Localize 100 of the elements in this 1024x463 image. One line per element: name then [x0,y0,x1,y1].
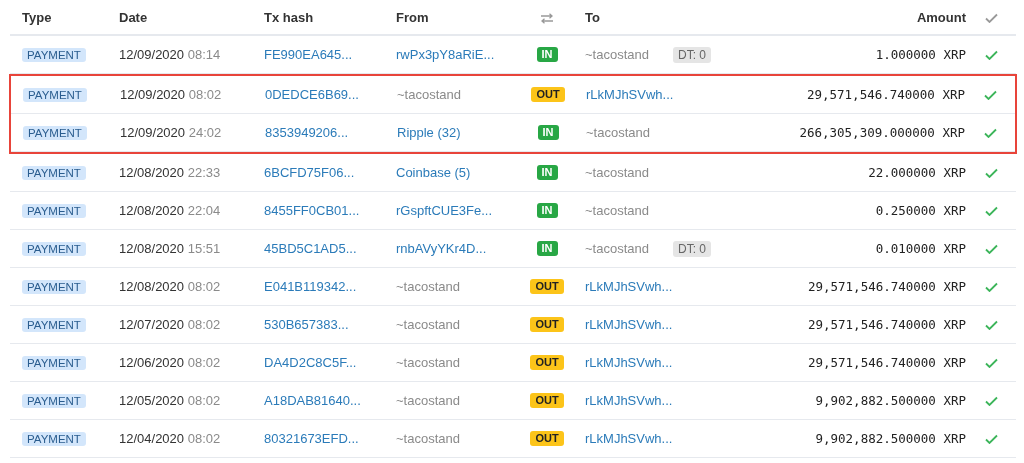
hash-link[interactable]: 45BD5C1AD5... [264,240,357,256]
swap-arrows-icon [540,12,554,24]
column-header: Tx hash [264,9,315,28]
date-text: 12/08/2020 [119,164,185,180]
hash-link[interactable]: 0DEDCE6B69... [265,86,359,102]
date-text: 12/04/2020 [119,430,185,446]
recipient-link[interactable]: rLkMJhSVwh... [585,278,673,294]
sender-link[interactable]: Coinbase (5) [396,164,471,180]
type-badge: PAYMENT [22,317,86,332]
check-icon [984,167,998,178]
hash-link[interactable]: E041B119342... [264,278,357,294]
sender-link[interactable]: rnbAVyYKr4D... [396,240,487,256]
amount-text: 9,902,882.500000 XRP [815,430,966,446]
direction-badge: OUT [530,393,564,408]
time-text: 08:02 [187,316,221,332]
hash-link[interactable]: FE990EA645... [264,46,353,62]
column-header: Amount [916,10,966,26]
time-text: 15:51 [187,240,221,256]
direction-badge: OUT [530,279,564,294]
tag-badge: DT: 0 [673,46,711,63]
sender-name: ~tacostand [396,278,460,294]
amount-text: 9,902,882.500000 XRP [815,392,966,408]
column-header: To [584,9,601,28]
amount-text: 29,571,546.740000 XRP [807,316,966,332]
recipient-name: ~tacostand [586,124,650,140]
hash-link[interactable]: 530B657383... [264,316,349,332]
date-text: 12/09/2020 [120,124,186,140]
recipient-link[interactable]: rLkMJhSVwh... [585,430,673,446]
hash-link[interactable]: DA4D2C8C5F... [264,354,357,370]
check-icon [984,281,998,292]
column-header: From [396,9,430,28]
type-badge: PAYMENT [22,165,86,180]
check-icon [983,89,997,100]
check-icon [984,205,998,216]
recipient-name: ~tacostand [585,164,649,180]
time-text: 24:02 [188,124,222,140]
check-icon [984,319,998,330]
direction-badge: IN [536,203,558,218]
type-badge: PAYMENT [22,355,86,370]
sender-name: ~tacostand [396,354,460,370]
check-icon [984,49,998,60]
direction-badge: OUT [530,355,564,370]
sender-link[interactable]: rGspftCUE3Fe... [396,202,493,218]
type-badge: PAYMENT [22,47,86,62]
check-icon [984,13,998,23]
sender-name: ~tacostand [396,430,460,446]
type-badge: PAYMENT [22,279,86,294]
amount-text: 266,305,309.000000 XRP [799,124,965,140]
direction-badge: IN [536,165,558,180]
column-header: Date [119,9,149,28]
type-badge: PAYMENT [23,87,87,102]
recipient-link[interactable]: rLkMJhSVwh... [585,392,673,408]
sender-link[interactable]: Ripple (32) [397,124,461,140]
type-badge: PAYMENT [22,431,86,446]
amount-text: 0.250000 XRP [875,202,966,218]
date-text: 12/08/2020 [119,202,185,218]
amount-text: 29,571,546.740000 XRP [806,86,965,102]
hash-link[interactable]: 8455FF0CB01... [264,202,360,218]
direction-badge: IN [537,125,559,140]
sender-name: ~tacostand [396,316,460,332]
time-text: 08:02 [187,430,221,446]
check-icon [984,243,998,254]
hash-link[interactable]: 80321673EFD... [264,430,359,446]
time-text: 08:02 [187,278,221,294]
direction-badge: OUT [531,87,565,102]
hash-link[interactable]: 8353949206... [265,124,349,140]
recipient-name: ~tacostand [585,202,649,218]
hash-link[interactable]: 6BCFD75F06... [264,164,355,180]
amount-text: 29,571,546.740000 XRP [807,278,966,294]
hash-link[interactable]: A18DAB81640... [264,392,361,408]
amount-text: 22.000000 XRP [868,164,966,180]
time-text: 08:02 [188,86,222,102]
recipient-link[interactable]: rLkMJhSVwh... [586,86,674,102]
column-header: Type [22,9,53,28]
time-text: 22:33 [187,164,221,180]
recipient-name: ~tacostand [585,46,649,62]
date-text: 12/05/2020 [119,392,185,408]
direction-badge: OUT [530,431,564,446]
date-text: 12/06/2020 [119,354,185,370]
time-text: 08:02 [187,354,221,370]
date-text: 12/08/2020 [119,240,185,256]
check-icon [983,127,997,138]
type-badge: PAYMENT [22,393,86,408]
recipient-name: ~tacostand [585,240,649,256]
amount-text: 1.000000 XRP [875,46,966,62]
recipient-link[interactable]: rLkMJhSVwh... [585,316,673,332]
check-icon [984,395,998,406]
date-text: 12/08/2020 [119,278,185,294]
time-text: 08:14 [187,46,221,62]
sender-name: ~tacostand [396,392,460,408]
sender-link[interactable]: rwPx3pY8aRiE... [396,46,495,62]
type-badge: PAYMENT [22,241,86,256]
type-badge: PAYMENT [22,203,86,218]
amount-text: 29,571,546.740000 XRP [807,354,966,370]
time-text: 08:02 [187,392,221,408]
direction-badge: OUT [530,317,564,332]
time-text: 22:04 [187,202,221,218]
date-text: 12/09/2020 [119,46,185,62]
recipient-link[interactable]: rLkMJhSVwh... [585,354,673,370]
date-text: 12/07/2020 [119,316,185,332]
